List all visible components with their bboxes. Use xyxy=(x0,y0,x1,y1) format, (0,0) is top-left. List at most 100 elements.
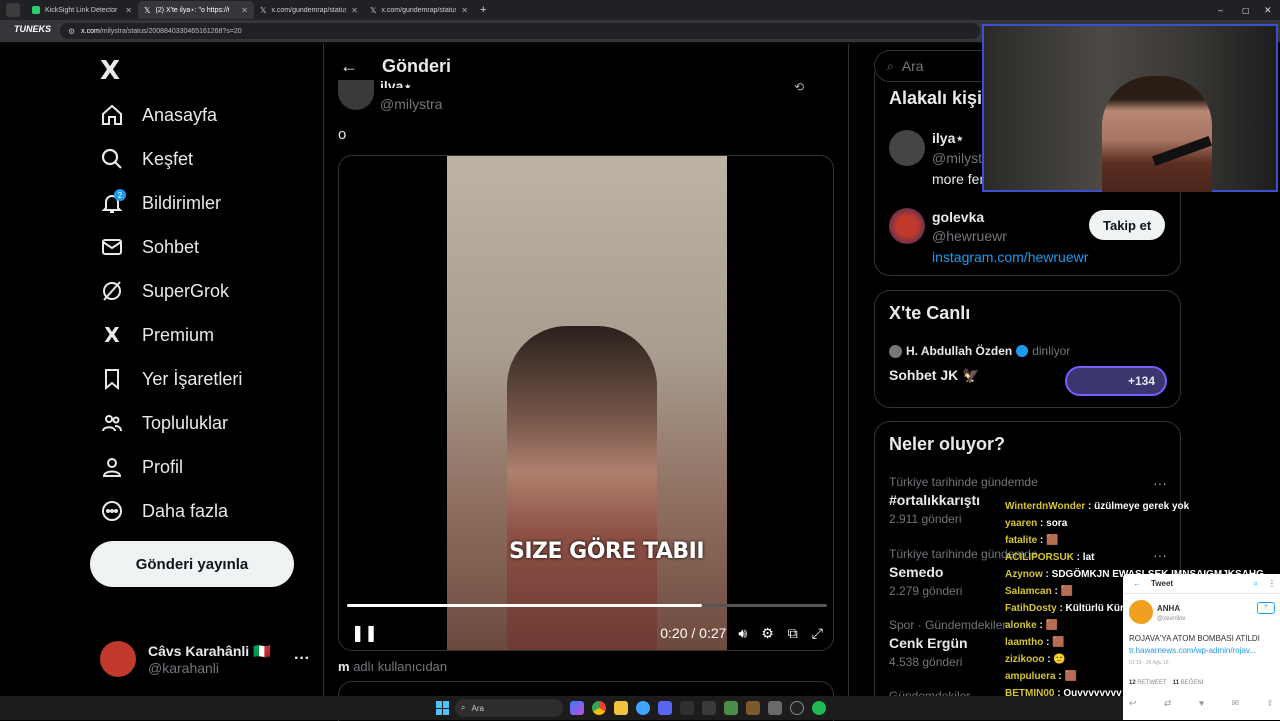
sidebar-item-label: Daha fazla xyxy=(142,500,229,521)
avatar xyxy=(889,344,902,358)
post-button[interactable]: Gönderi yayınla xyxy=(90,541,294,587)
sidebar-item-profile[interactable]: Profil xyxy=(100,452,183,482)
notification-badge: 2 xyxy=(114,189,126,201)
page-title: Gönderi xyxy=(382,55,452,76)
person-handle: @milystr xyxy=(932,150,987,166)
account-switcher[interactable]: Câvs Karahânli 🇮🇹 @karahanli ··· xyxy=(100,639,310,679)
more-circle-icon xyxy=(102,501,122,521)
video-player[interactable]: SIZE GÖRE TABII ❚❚ 0:20 / 0:27 🔊︎ ⚙ ⧉ ⤢ xyxy=(338,155,834,651)
new-tab-icon[interactable]: + xyxy=(480,4,486,16)
copilot-icon[interactable] xyxy=(570,701,584,715)
file-explorer-icon[interactable] xyxy=(614,701,628,715)
chrome-icon[interactable] xyxy=(592,701,606,715)
live-host[interactable]: H. Abdullah Özden xyxy=(906,344,1012,358)
like-icon[interactable]: ♥ xyxy=(1199,698,1204,709)
video-seek-bar[interactable] xyxy=(347,604,827,607)
popup-follow-icon[interactable]: + xyxy=(1257,602,1275,614)
mail-icon[interactable]: ✉ xyxy=(1232,698,1240,709)
person-name[interactable]: ilya⋆ xyxy=(932,130,964,147)
pause-icon[interactable]: ❚❚ xyxy=(351,623,378,643)
close-tab-icon[interactable]: ✕ xyxy=(351,6,358,15)
close-window-icon[interactable]: ✕ xyxy=(1264,5,1272,16)
windows-start-icon[interactable] xyxy=(436,701,450,715)
tab-gundemrap-2[interactable]: 𝕏 x.com/gundemrap/status/200 ✕ xyxy=(364,1,474,19)
share-icon[interactable]: ⇪ xyxy=(1266,698,1274,709)
tab-gundemrap-1[interactable]: 𝕏 x.com/gundemrap/status/200 ✕ xyxy=(254,1,364,19)
sidebar-item-chat[interactable]: Sohbet xyxy=(100,232,199,262)
tab-label: KickSight Link Detector xyxy=(45,6,118,14)
back-arrow-icon[interactable]: ← xyxy=(340,56,358,77)
picture-in-picture-icon[interactable]: ⧉ xyxy=(788,625,798,642)
more-options-icon[interactable]: ⋮ xyxy=(1268,579,1276,588)
tab-list-icon[interactable] xyxy=(6,3,20,17)
avatar[interactable] xyxy=(889,130,925,166)
chat-message: fatalite : 🟫 xyxy=(1005,532,1185,549)
follow-button[interactable]: Takip et xyxy=(1089,210,1166,240)
tab-label: x.com/gundemrap/status/200 xyxy=(271,6,346,14)
app-icon[interactable] xyxy=(702,701,716,715)
tab-kicksight[interactable]: KickSight Link Detector ✕ xyxy=(26,1,138,19)
volume-icon[interactable]: 🔊︎ xyxy=(738,625,747,642)
sidebar-item-communities[interactable]: Topluluklar xyxy=(100,408,228,438)
discord-icon[interactable] xyxy=(658,701,672,715)
retweet-icon[interactable]: ⇄ xyxy=(1164,698,1172,709)
tab-x-post[interactable]: 𝕏 (2) X'te ilya⋆: "o https://t.c ✕ xyxy=(138,1,254,19)
person-bio-link[interactable]: instagram.com/hewruewr xyxy=(932,249,1088,265)
popup-stats: 12 RETWEET 11 BEĞENİ xyxy=(1129,680,1203,686)
app-icon[interactable] xyxy=(746,701,760,715)
back-arrow-icon[interactable]: ← xyxy=(1133,579,1141,588)
live-space-title[interactable]: Sohbet JK 🦅 xyxy=(889,367,980,384)
chat-message: yaaren : sora xyxy=(1005,515,1185,532)
app-c-icon[interactable] xyxy=(636,701,650,715)
chat-text: : sora xyxy=(1037,518,1068,529)
sidebar-item-home[interactable]: Anasayfa xyxy=(100,100,217,130)
sidebar-item-bookmarks[interactable]: Yer İşaretleri xyxy=(100,364,242,394)
sidebar-item-supergrok[interactable]: SuperGrok xyxy=(100,276,229,306)
video-frame xyxy=(447,156,727,650)
minimize-icon[interactable]: – xyxy=(1218,5,1223,15)
chat-username: FatihDosty xyxy=(1005,603,1057,614)
reply-icon[interactable]: ↩ xyxy=(1129,698,1137,709)
chat-username: WinterdnWonder xyxy=(1005,501,1086,512)
author-handle[interactable]: @milystra xyxy=(380,96,442,112)
spotify-icon[interactable] xyxy=(812,701,826,715)
more-options-icon[interactable]: ··· xyxy=(294,650,310,668)
popup-link[interactable]: tr.hawarnews.com/wp-admin/rojav... xyxy=(1129,646,1256,655)
x-logo-icon[interactable]: X xyxy=(100,56,120,86)
chat-text: : Kültürlü Kürt xyxy=(1056,603,1128,614)
popup-header: ← Tweet ⌕ ⋮ xyxy=(1123,574,1280,594)
search-icon[interactable]: ⌕ xyxy=(1254,579,1258,589)
app-icon[interactable] xyxy=(768,701,782,715)
sidebar-item-more[interactable]: Daha fazla xyxy=(100,496,228,526)
close-tab-icon[interactable]: ✕ xyxy=(241,6,248,15)
fullscreen-icon[interactable]: ⤢ xyxy=(812,625,823,642)
url-field[interactable]: ⚙ x.com/milystra/status/2008840330465161… xyxy=(60,23,980,39)
settings-icon[interactable]: ⚙ xyxy=(761,625,774,642)
person-name[interactable]: golevka xyxy=(932,209,984,225)
site-info-icon[interactable]: ⚙ xyxy=(68,27,75,36)
more-options-icon[interactable]: ··· xyxy=(1153,475,1167,491)
streamer-figure xyxy=(1102,76,1212,192)
avatar[interactable] xyxy=(889,208,925,244)
sidebar-item-label: Topluluklar xyxy=(142,412,229,433)
author-avatar[interactable] xyxy=(338,80,374,110)
maximize-icon[interactable]: ▢ xyxy=(1242,6,1250,15)
popup-title: Tweet xyxy=(1151,579,1174,588)
profile-icon xyxy=(102,458,122,477)
app-icon[interactable] xyxy=(724,701,738,715)
close-tab-icon[interactable]: ✕ xyxy=(461,6,468,15)
live-listeners-pill[interactable]: +134 xyxy=(1065,366,1167,396)
app-icon[interactable] xyxy=(680,701,694,715)
sidebar-item-explore[interactable]: Keşfet xyxy=(100,144,193,174)
chat-text: : 🟫 xyxy=(1055,671,1077,682)
live-status: dinliyor xyxy=(1032,344,1071,358)
author-name[interactable]: ilya⋆ xyxy=(380,78,412,88)
grok-icon[interactable]: ⟲ xyxy=(794,80,804,94)
close-tab-icon[interactable]: ✕ xyxy=(125,6,132,15)
avatar xyxy=(100,641,136,677)
search-icon: ⌕ xyxy=(461,703,466,712)
obs-icon[interactable] xyxy=(790,701,804,715)
sidebar-item-premium[interactable]: X Premium xyxy=(100,320,214,350)
taskbar-search[interactable]: ⌕ Ara xyxy=(455,699,563,717)
sidebar-item-notifications[interactable]: 2 Bildirimler xyxy=(100,188,221,218)
